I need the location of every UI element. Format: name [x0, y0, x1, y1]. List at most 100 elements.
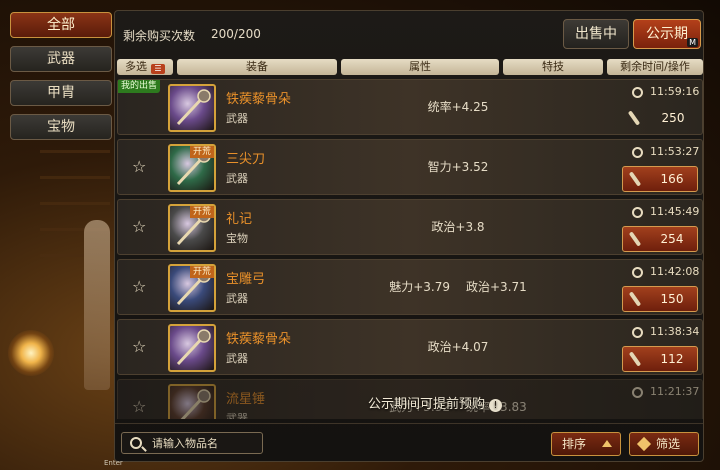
- tab-public-period-label: 公示期: [646, 26, 688, 42]
- favorite-star-icon[interactable]: ☆: [132, 277, 146, 296]
- favorite-star-icon[interactable]: ☆: [132, 157, 146, 176]
- favorite-star-icon[interactable]: ☆: [132, 337, 146, 356]
- item-name: 铁蒺藜骨朵: [226, 332, 292, 347]
- frontier-tag: 开荒: [189, 206, 214, 218]
- attribute-value: 政治+3.8: [431, 220, 485, 234]
- jade-token-icon: [628, 291, 642, 307]
- attribute-value: 政治+3.71: [466, 280, 527, 294]
- frontier-tag: 开荒: [189, 146, 214, 158]
- item-list[interactable]: 我的出售 铁蒺藜骨朵 武器 统率+4.25 11:59:16 250 ☆ 开荒 三尖刀 武器 智力+…: [117, 79, 703, 419]
- buy-button[interactable]: 250: [622, 106, 698, 132]
- background-figure: [84, 220, 110, 390]
- item-price: 250: [661, 111, 685, 125]
- background-lamp: [8, 330, 54, 376]
- jade-token-icon: [628, 171, 642, 187]
- clock-icon: [632, 87, 643, 98]
- sort-up-icon: [602, 440, 612, 447]
- filter-label: 筛选: [656, 437, 681, 451]
- sort-button[interactable]: 排序: [551, 432, 621, 456]
- list-item[interactable]: 我的出售铁蒺藜骨朵武器 统率+4.25 11:59:16 250: [117, 79, 703, 135]
- item-price: 166: [660, 172, 684, 186]
- bow-icon[interactable]: 开荒: [168, 264, 216, 312]
- search-icon: [130, 437, 142, 449]
- item-name: 流星锤: [226, 392, 266, 407]
- remaining-time: 11:59:16: [650, 85, 700, 98]
- jade-token-icon: [627, 110, 641, 126]
- item-price: 150: [660, 292, 684, 306]
- tab-public-period[interactable]: 公示期 M: [633, 19, 701, 49]
- buy-button[interactable]: 254: [622, 226, 698, 252]
- item-attributes: 统率+4.25: [338, 98, 578, 115]
- list-item[interactable]: ☆ 开荒 礼记 宝物 政治+3.8 11:45:49 254: [117, 199, 703, 255]
- meteor-hammer-icon[interactable]: [168, 384, 216, 419]
- item-price: 254: [660, 232, 684, 246]
- list-icon: ☰: [151, 64, 165, 74]
- attribute-value: 政治+4.07: [427, 340, 489, 354]
- filter-button[interactable]: 筛选: [629, 432, 699, 456]
- column-equipment: 装备: [177, 59, 337, 75]
- item-attributes: 政治+3.8: [338, 218, 578, 235]
- item-type: 武器: [226, 292, 248, 305]
- search-box[interactable]: [121, 432, 263, 454]
- clock-icon: [632, 147, 643, 158]
- market-panel: 剩余购买次数 200/200 出售中 公示期 M 多选 ☰ 装备 属性 特技 剩余…: [114, 10, 704, 462]
- list-item[interactable]: ☆ 开荒 三尖刀武器 智力+3.52 11:53:27 166: [117, 139, 703, 195]
- clock-icon: [632, 387, 643, 398]
- nav-item-treasure[interactable]: 宝物: [10, 114, 112, 140]
- sort-label: 排序: [562, 437, 587, 451]
- item-type: 武器: [226, 412, 248, 419]
- nav-item-weapon[interactable]: 武器: [10, 46, 112, 72]
- jade-token-icon: [628, 231, 642, 247]
- item-type: 武器: [226, 352, 248, 365]
- preorder-notice-text: 公示期间可提前预购: [367, 397, 485, 412]
- item-type: 武器: [226, 172, 248, 185]
- attribute-value: 智力+3.52: [427, 160, 489, 174]
- nav-item-armor[interactable]: 甲胄: [10, 80, 112, 106]
- column-skill: 特技: [503, 59, 603, 75]
- tab-on-sale[interactable]: 出售中: [563, 19, 629, 49]
- filter-icon: [636, 436, 652, 452]
- book-icon[interactable]: 开荒: [168, 204, 216, 252]
- item-name: 三尖刀: [226, 152, 266, 167]
- remaining-time: 11:45:49: [650, 205, 700, 218]
- buy-button[interactable]: 150: [622, 286, 698, 312]
- item-name: 宝雕弓: [226, 272, 266, 287]
- preorder-notice: 公示期间可提前预购!: [315, 393, 555, 412]
- purchase-quota-label: 剩余购买次数: [123, 29, 196, 43]
- hotkey-badge: M: [687, 38, 698, 47]
- clock-icon: [632, 267, 643, 278]
- list-header: 多选 ☰ 装备 属性 特技 剩余时间/操作: [117, 59, 703, 76]
- clock-icon: [632, 207, 643, 218]
- item-type: 宝物: [226, 232, 248, 245]
- favorite-star-icon[interactable]: ☆: [132, 217, 146, 236]
- item-name: 铁蒺藜骨朵: [226, 92, 292, 107]
- buy-button[interactable]: 112: [622, 346, 698, 372]
- enter-key-hint: Enter: [104, 459, 123, 467]
- favorite-star-icon[interactable]: ☆: [132, 397, 146, 416]
- item-attributes: 魅力+3.79 政治+3.71: [338, 278, 578, 295]
- mace-icon[interactable]: [168, 84, 216, 132]
- purchase-quota-value: 200/200: [211, 27, 261, 41]
- info-icon[interactable]: !: [489, 399, 502, 412]
- top-bar: 剩余购买次数 200/200 出售中 公示期 M: [115, 11, 703, 57]
- mace-icon[interactable]: [168, 324, 216, 372]
- item-price: 112: [660, 352, 684, 366]
- multi-select-toggle[interactable]: 多选 ☰: [117, 59, 173, 75]
- remaining-time: 11:21:37: [650, 385, 700, 398]
- trident-blade-icon[interactable]: 开荒: [168, 144, 216, 192]
- category-nav: 全部 武器 甲胄 宝物: [10, 12, 112, 148]
- item-type: 武器: [226, 112, 248, 125]
- remaining-time: 11:53:27: [650, 145, 700, 158]
- nav-item-all[interactable]: 全部: [10, 12, 112, 38]
- own-sale-tag: 我的出售: [118, 80, 161, 93]
- buy-button[interactable]: 166: [622, 166, 698, 192]
- attribute-value: 魅力+3.79: [389, 280, 450, 294]
- column-attributes: 属性: [341, 59, 499, 75]
- attribute-value: 统率+4.25: [427, 100, 489, 114]
- item-attributes: 智力+3.52: [338, 158, 578, 175]
- list-item[interactable]: ☆ 铁蒺藜骨朵 武器 政治+4.07 11:38:34 112: [117, 319, 703, 375]
- multi-select-label: 多选: [125, 60, 147, 73]
- list-item[interactable]: ☆ 开荒 宝雕弓 武器 魅力+3.79 政治+3.71 11:42:08 150: [117, 259, 703, 315]
- item-attributes: 政治+4.07: [338, 338, 578, 355]
- search-input[interactable]: [152, 435, 260, 451]
